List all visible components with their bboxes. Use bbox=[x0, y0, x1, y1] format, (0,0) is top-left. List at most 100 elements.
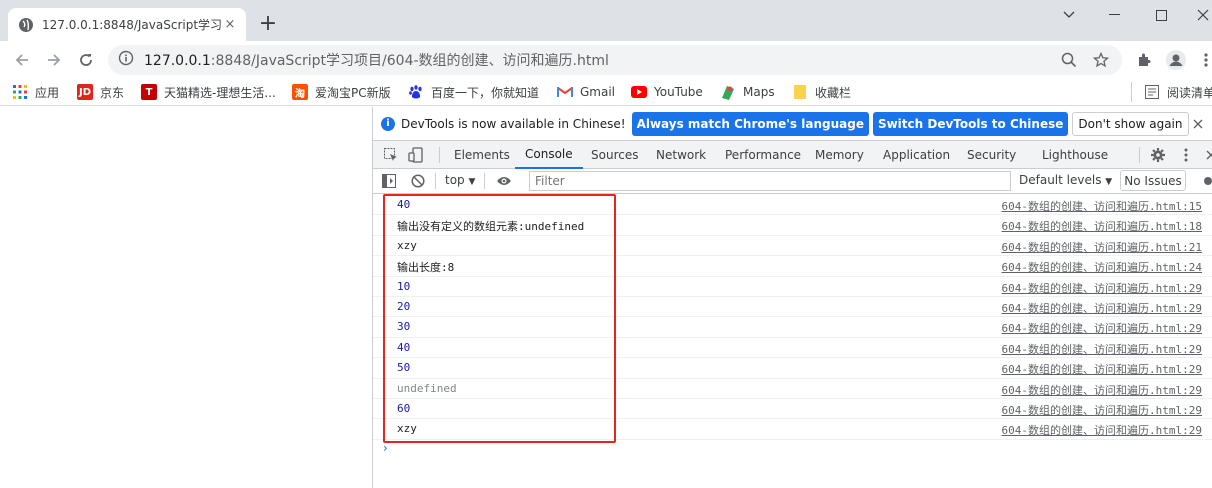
bookmark-maps[interactable]: Maps bbox=[720, 82, 775, 102]
taobao-icon: 淘 bbox=[292, 84, 308, 100]
bookmark-label: YouTube bbox=[654, 85, 703, 99]
tab-performance[interactable]: Performance bbox=[725, 141, 801, 169]
more-options-icon[interactable] bbox=[1177, 146, 1195, 164]
url-text[interactable]: 127.0.0.1:8848/JavaScript学习项目/604-数组的创建、… bbox=[144, 50, 1048, 70]
tab-application[interactable]: Application bbox=[883, 141, 950, 169]
close-devtools-icon[interactable] bbox=[1202, 146, 1212, 164]
context-label: top bbox=[445, 173, 465, 187]
tab-divider bbox=[439, 147, 440, 163]
bookmark-reading-list[interactable]: 阅读清单 bbox=[1144, 82, 1212, 102]
console-message-row: xzy 604-数组的创建、访问和遍历.html:21 bbox=[373, 236, 1212, 257]
source-link[interactable]: 604-数组的创建、访问和遍历.html:29 bbox=[1002, 402, 1202, 418]
match-language-button[interactable]: Always match Chrome's language bbox=[631, 111, 869, 136]
tab-sources[interactable]: Sources bbox=[591, 141, 638, 169]
toolbar-divider bbox=[484, 173, 485, 189]
zoom-icon[interactable] bbox=[1058, 49, 1080, 71]
device-toolbar-icon[interactable] bbox=[407, 146, 425, 164]
tab-memory[interactable]: Memory bbox=[815, 141, 864, 169]
bookmark-gmail[interactable]: Gmail bbox=[557, 82, 615, 102]
source-link[interactable]: 604-数组的创建、访问和遍历.html:29 bbox=[1002, 300, 1202, 316]
new-tab-button[interactable]: + bbox=[256, 11, 280, 36]
filter-input[interactable] bbox=[529, 171, 1011, 191]
back-button[interactable] bbox=[8, 46, 36, 74]
console-message-row: 30 604-数组的创建、访问和遍历.html:29 bbox=[373, 317, 1212, 338]
console-message: 60 bbox=[397, 401, 411, 415]
maximize-button[interactable] bbox=[1138, 0, 1184, 30]
reading-list-icon bbox=[1144, 84, 1160, 100]
tab-elements[interactable]: Elements bbox=[454, 141, 510, 169]
bookmark-youtube[interactable]: YouTube bbox=[631, 82, 703, 102]
tab-console[interactable]: Console bbox=[515, 141, 583, 169]
menu-icon[interactable] bbox=[1192, 46, 1212, 74]
close-icon[interactable] bbox=[1193, 118, 1203, 133]
levels-label: Default levels bbox=[1019, 173, 1102, 187]
console-message: 50 bbox=[397, 361, 411, 375]
source-link[interactable]: 604-数组的创建、访问和遍历.html:24 bbox=[1002, 259, 1202, 275]
context-selector[interactable]: top ▼ bbox=[445, 173, 475, 187]
console-message-row: 10 604-数组的创建、访问和遍历.html:29 bbox=[373, 277, 1212, 297]
console-message: 30 bbox=[397, 320, 411, 334]
console-message: xzy bbox=[397, 238, 417, 252]
source-link[interactable]: 604-数组的创建、访问和遍历.html:29 bbox=[1002, 280, 1202, 296]
title-bar: 127.0.0.1:8848/JavaScript学习项 × + bbox=[0, 0, 1212, 41]
window-close-button[interactable] bbox=[1180, 0, 1212, 30]
url-path: :8848/JavaScript学习项目/604-数组的创建、访问和遍历.htm… bbox=[210, 53, 609, 69]
source-link[interactable]: 604-数组的创建、访问和遍历.html:29 bbox=[1002, 320, 1202, 336]
tab-title: 127.0.0.1:8848/JavaScript学习项 bbox=[42, 18, 222, 32]
dropdown-arrow-icon: ▼ bbox=[468, 177, 476, 187]
console-message: undefined bbox=[397, 381, 457, 395]
console-prompt[interactable]: › bbox=[383, 441, 388, 455]
info-icon[interactable] bbox=[118, 50, 134, 70]
info-icon: i bbox=[381, 116, 395, 131]
close-icon[interactable]: × bbox=[222, 17, 238, 33]
toolbar-divider bbox=[435, 173, 436, 189]
bookmark-apps[interactable]: 应用 bbox=[12, 82, 59, 102]
source-link[interactable]: 604-数组的创建、访问和遍历.html:29 bbox=[1002, 382, 1202, 398]
address-bar[interactable]: 127.0.0.1:8848/JavaScript学习项目/604-数组的创建、… bbox=[108, 45, 1122, 75]
star-icon[interactable] bbox=[1090, 49, 1112, 71]
settings-gear-icon[interactable] bbox=[1149, 146, 1167, 164]
sidebar-toggle-icon[interactable] bbox=[380, 172, 398, 190]
source-link[interactable]: 604-数组的创建、访问和遍历.html:21 bbox=[1002, 239, 1202, 255]
tab-security[interactable]: Security bbox=[967, 141, 1016, 169]
log-levels-dropdown[interactable]: Default levels ▼ bbox=[1019, 173, 1112, 187]
tab-search-icon[interactable] bbox=[1046, 0, 1092, 30]
tab-network[interactable]: Network bbox=[656, 141, 706, 169]
source-link[interactable]: 604-数组的创建、访问和遍历.html:29 bbox=[1002, 422, 1202, 438]
source-link[interactable]: 604-数组的创建、访问和遍历.html:15 bbox=[1002, 198, 1202, 214]
bookmark-label: 收藏栏 bbox=[815, 85, 852, 100]
infobar-message: DevTools is now available in Chinese! bbox=[401, 116, 626, 131]
bookmark-taobao[interactable]: 淘 爱淘宝PC新版 bbox=[292, 82, 391, 102]
bookmark-jd[interactable]: JD 京东 bbox=[77, 82, 124, 102]
console-toolbar: top ▼ Default levels ▼ No Issues bbox=[373, 169, 1212, 194]
console-output: 40 604-数组的创建、访问和遍历.html:15 输出没有定义的数组元素:und… bbox=[373, 195, 1212, 440]
source-link[interactable]: 604-数组的创建、访问和遍历.html:29 bbox=[1002, 361, 1202, 377]
folder-icon bbox=[792, 84, 808, 100]
gmail-icon bbox=[557, 84, 573, 100]
minimize-button[interactable] bbox=[1092, 0, 1138, 30]
reload-button[interactable] bbox=[72, 46, 100, 74]
eye-icon[interactable] bbox=[495, 172, 513, 190]
profile-avatar[interactable] bbox=[1162, 46, 1190, 74]
bookmarks-bar: 应用 JD 京东 T 天猫精选-理想生活... 淘 爱淘宝PC新版 百度一下，你… bbox=[0, 78, 1212, 106]
bookmark-baidu[interactable]: 百度一下，你就知道 bbox=[408, 82, 539, 102]
extensions-icon[interactable] bbox=[1130, 46, 1158, 74]
console-message-row: 40 604-数组的创建、访问和遍历.html:29 bbox=[373, 338, 1212, 359]
bookmark-label: 应用 bbox=[35, 85, 60, 100]
inspect-element-icon[interactable] bbox=[382, 146, 400, 164]
source-link[interactable]: 604-数组的创建、访问和遍历.html:18 bbox=[1002, 218, 1202, 234]
bookmark-folder[interactable]: 收藏栏 bbox=[792, 82, 851, 102]
apps-icon bbox=[12, 84, 28, 100]
issues-button[interactable]: No Issues bbox=[1120, 170, 1186, 191]
console-message-row: 输出没有定义的数组元素:undefined 604-数组的创建、访问和遍历.htm… bbox=[373, 215, 1212, 236]
forward-button[interactable] bbox=[40, 46, 68, 74]
source-link[interactable]: 604-数组的创建、访问和遍历.html:29 bbox=[1002, 341, 1202, 357]
clear-console-icon[interactable] bbox=[409, 172, 427, 190]
switch-language-button[interactable]: Switch DevTools to Chinese bbox=[872, 111, 1069, 136]
tab-lighthouse[interactable]: Lighthouse bbox=[1042, 141, 1108, 169]
bookmark-label: Gmail bbox=[580, 85, 616, 99]
dont-show-again-button[interactable]: Don't show again bbox=[1072, 111, 1189, 136]
browser-tab[interactable]: 127.0.0.1:8848/JavaScript学习项 × bbox=[8, 8, 246, 41]
bookmark-tmall[interactable]: T 天猫精选-理想生活... bbox=[141, 82, 276, 102]
console-settings-gear-icon[interactable] bbox=[1199, 172, 1212, 190]
